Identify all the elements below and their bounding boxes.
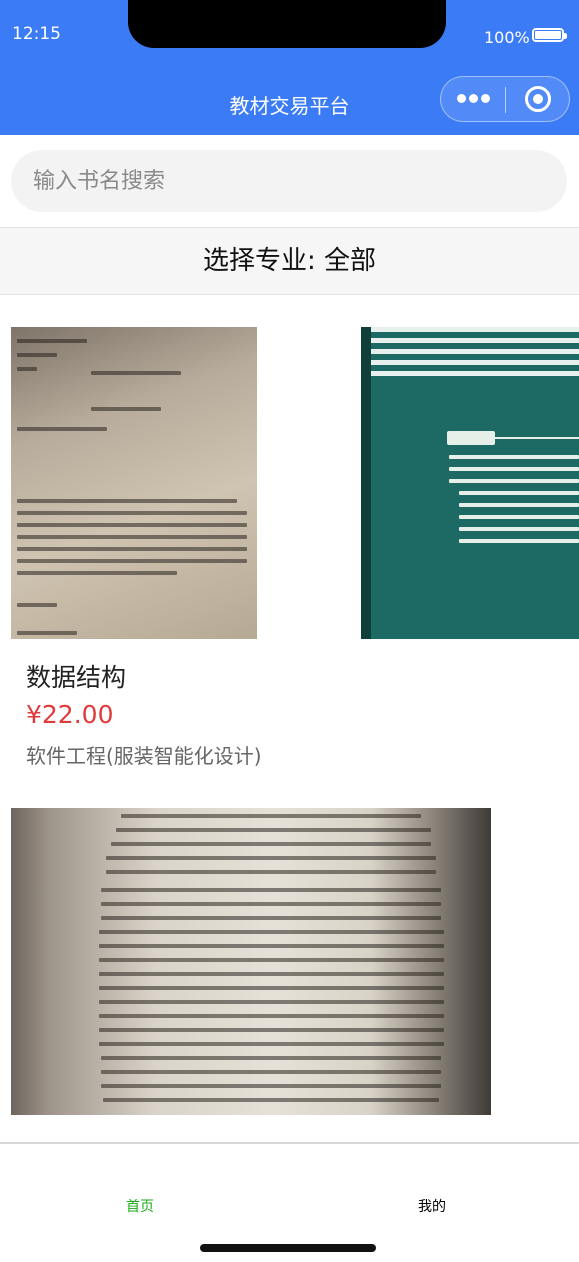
major-filter[interactable]: 选择专业: 全部 — [0, 227, 579, 295]
close-miniprogram-icon[interactable] — [525, 86, 551, 112]
battery-percentage: 100% — [484, 28, 530, 47]
tab-mine[interactable]: 我的 — [418, 1196, 446, 1216]
book-cover-image[interactable] — [11, 327, 257, 639]
device-notch — [128, 0, 446, 48]
capsule-divider — [505, 87, 506, 113]
miniprogram-capsule — [440, 76, 570, 122]
book-major: 软件工程(服装智能化设计) — [26, 744, 262, 768]
status-bar: 12:15 100% — [0, 0, 579, 70]
more-icon[interactable] — [457, 93, 493, 105]
search-area — [0, 135, 579, 227]
battery-icon — [532, 28, 567, 42]
book-cover-image[interactable] — [11, 808, 491, 1115]
home-indicator — [200, 1244, 376, 1252]
book-title[interactable]: 数据结构 — [26, 658, 126, 694]
nav-bar: 教材交易平台 — [0, 70, 579, 135]
search-input[interactable] — [11, 150, 567, 212]
tab-home[interactable]: 首页 — [126, 1196, 154, 1216]
book-cover-image[interactable] — [361, 327, 579, 639]
book-price: ¥22.00 — [26, 700, 114, 729]
status-time: 12:15 — [12, 24, 61, 44]
